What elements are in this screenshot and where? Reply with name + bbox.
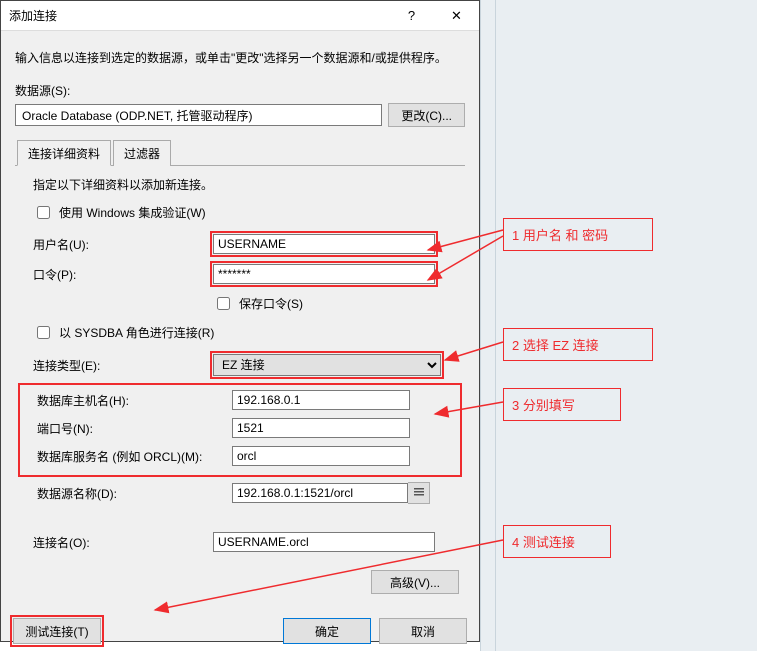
service-label: 数据库服务名 (例如 ORCL)(M): xyxy=(37,448,232,465)
help-icon: ? xyxy=(408,8,415,23)
tabs: 连接详细资料 过滤器 xyxy=(15,139,465,166)
tab-content-details: 指定以下详细资料以添加新连接。 使用 Windows 集成验证(W) 用户名(U… xyxy=(15,166,465,566)
port-label: 端口号(N): xyxy=(37,420,232,437)
close-button[interactable]: ✕ xyxy=(434,1,479,31)
test-connection-button[interactable]: 测试连接(T) xyxy=(13,618,101,644)
data-source-readonly: Oracle Database (ODP.NET, 托管驱动程序) xyxy=(15,104,382,126)
conn-name-input[interactable] xyxy=(213,532,435,552)
annotation-4: 4 测试连接 xyxy=(503,525,611,558)
use-windows-auth-checkbox[interactable] xyxy=(37,206,50,219)
close-icon: ✕ xyxy=(451,8,462,24)
window-title: 添加连接 xyxy=(9,7,389,24)
annotation-3: 3 分别填写 xyxy=(503,388,621,421)
dialog-footer: 测试连接(T) 确定 取消 xyxy=(1,608,479,654)
port-input[interactable] xyxy=(232,418,410,438)
sysdba-checkbox[interactable] xyxy=(37,326,50,339)
dsn-input[interactable] xyxy=(232,483,408,503)
ok-button[interactable]: 确定 xyxy=(283,618,371,644)
instruction-text: 输入信息以连接到选定的数据源，或单击"更改"选择另一个数据源和/或提供程序。 xyxy=(15,49,465,66)
password-label: 口令(P): xyxy=(33,266,213,283)
data-source-label: 数据源(S): xyxy=(15,82,465,99)
cancel-button[interactable]: 取消 xyxy=(379,618,467,644)
conn-type-select[interactable]: EZ 连接 xyxy=(213,354,441,376)
use-windows-auth-label: 使用 Windows 集成验证(W) xyxy=(59,204,206,221)
change-button[interactable]: 更改(C)... xyxy=(388,103,465,127)
host-input[interactable] xyxy=(232,390,410,410)
help-button[interactable]: ? xyxy=(389,1,434,31)
dsn-label: 数据源名称(D): xyxy=(37,485,232,502)
password-input[interactable] xyxy=(213,264,435,284)
tab-filter[interactable]: 过滤器 xyxy=(113,140,171,166)
service-input[interactable] xyxy=(232,446,410,466)
conn-type-label: 连接类型(E): xyxy=(33,357,213,374)
conn-name-label: 连接名(O): xyxy=(33,534,213,551)
save-password-checkbox[interactable] xyxy=(217,297,230,310)
list-icon xyxy=(413,486,425,501)
tab-connection-details[interactable]: 连接详细资料 xyxy=(17,140,111,166)
annotation-1: 1 用户名 和 密码 xyxy=(503,218,653,251)
titlebar: 添加连接 ? ✕ xyxy=(1,1,479,31)
username-input[interactable] xyxy=(213,234,435,254)
annotation-2: 2 选择 EZ 连接 xyxy=(503,328,653,361)
data-source-value: Oracle Database (ODP.NET, 托管驱动程序) xyxy=(22,107,253,124)
dsn-browse-button[interactable] xyxy=(408,482,430,504)
advanced-button[interactable]: 高级(V)... xyxy=(371,570,459,594)
save-password-label: 保存口令(S) xyxy=(239,295,303,312)
details-hint: 指定以下详细资料以添加新连接。 xyxy=(33,176,459,193)
host-label: 数据库主机名(H): xyxy=(37,392,232,409)
sysdba-label: 以 SYSDBA 角色进行连接(R) xyxy=(59,324,214,341)
add-connection-dialog: 添加连接 ? ✕ 输入信息以连接到选定的数据源，或单击"更改"选择另一个数据源和… xyxy=(0,0,480,642)
username-label: 用户名(U): xyxy=(33,236,213,253)
